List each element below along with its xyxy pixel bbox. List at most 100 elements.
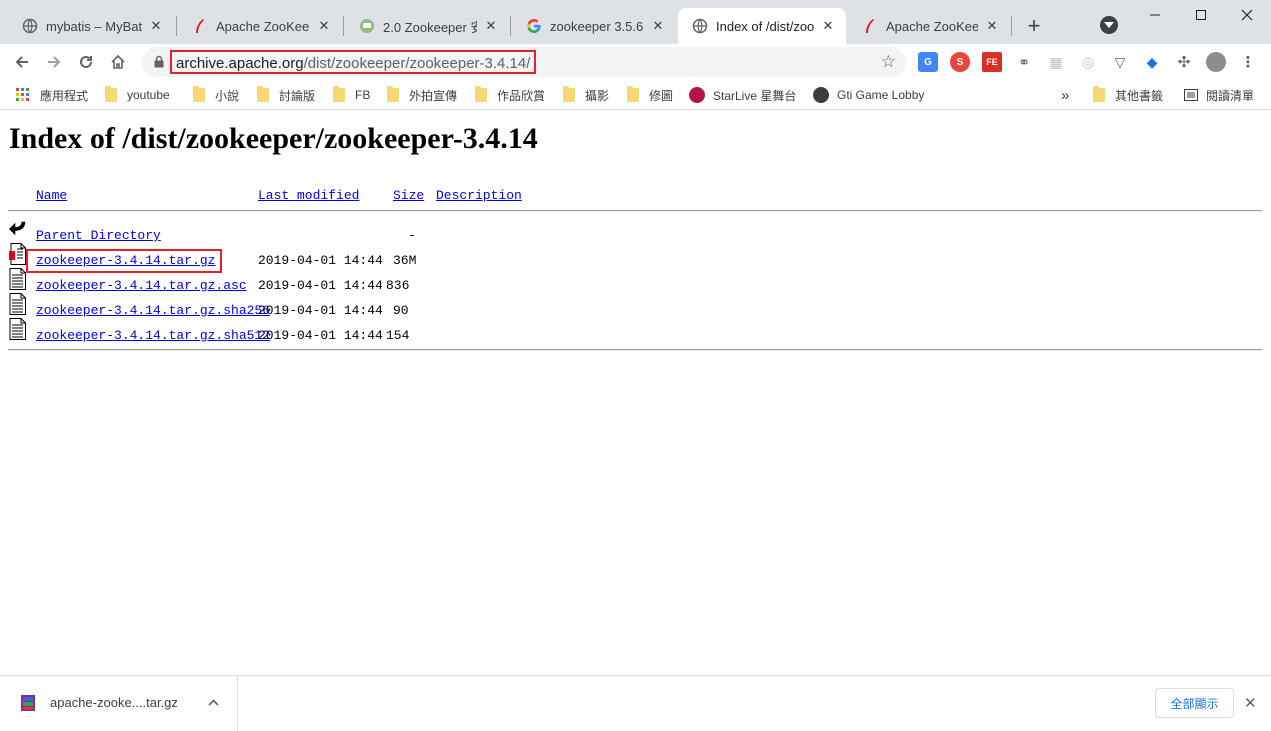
bookmark-starlive[interactable]: StarLive 星舞台 <box>689 85 796 105</box>
file-link[interactable]: zookeeper-3.4.14.tar.gz.sha512 <box>36 328 270 343</box>
close-tab-icon[interactable]: ✕ <box>820 18 836 34</box>
reload-button[interactable] <box>72 48 100 76</box>
globe-icon <box>692 18 708 34</box>
folder-icon <box>105 86 117 102</box>
url-host: archive.apache.org <box>176 55 304 72</box>
page-title: Index of /dist/zookeeper/zookeeper-3.4.1… <box>9 122 538 155</box>
arrow-left-icon <box>15 56 28 68</box>
lock-icon <box>154 55 164 71</box>
close-tab-icon[interactable]: ✕ <box>148 18 164 34</box>
bookmark-folder[interactable]: 外拍宣傳 <box>387 85 457 105</box>
close-tab-icon[interactable]: ✕ <box>650 18 666 34</box>
fe-extension-icon[interactable]: FE <box>982 52 1002 72</box>
bookmark-label: FB <box>355 88 371 102</box>
text-file-icon <box>9 318 26 340</box>
text-file-icon <box>9 293 26 315</box>
bookmark-label: StarLive 星舞台 <box>713 88 797 103</box>
folder-icon <box>387 86 399 102</box>
bookmark-folder[interactable]: 攝影 <box>563 85 609 105</box>
parent-directory-link[interactable]: Parent Directory <box>36 228 161 243</box>
apache-feather-icon <box>862 18 878 34</box>
file-link[interactable]: zookeeper-3.4.14.tar.gz.sha256 <box>36 303 270 318</box>
bookmark-folder[interactable]: FB <box>333 85 370 105</box>
new-tab-button[interactable]: + <box>1022 12 1046 40</box>
tab-index-of-dist[interactable]: Index of /dist/zool ✕ <box>678 8 846 44</box>
winrar-archive-icon <box>21 695 35 711</box>
bookmark-folder[interactable]: 討論版 <box>257 85 315 105</box>
apache-feather-icon <box>192 18 208 34</box>
target-extension-icon[interactable]: ◎ <box>1078 52 1098 72</box>
file-link[interactable]: zookeeper-3.4.14.tar.gz <box>36 253 215 268</box>
diamond-extension-icon[interactable]: ◆ <box>1142 52 1162 72</box>
reading-list-button[interactable]: 閱讀清單 <box>1184 85 1254 105</box>
close-icon <box>1241 9 1253 21</box>
text-file-icon <box>9 268 26 290</box>
bookmark-label: 作品欣賞 <box>497 88 546 103</box>
grid-extension-icon[interactable]: ▦ <box>1046 52 1066 72</box>
minimize-button[interactable] <box>1132 0 1178 30</box>
maximize-button[interactable] <box>1178 0 1224 30</box>
v-extension-icon[interactable]: ▽ <box>1110 52 1130 72</box>
tab-zookeeper-install[interactable]: 2.0 Zookeeper 安裝 ✕ <box>345 8 509 44</box>
bookmark-gti-game-lobby[interactable]: Gti Game Lobby <box>813 85 924 105</box>
address-bar[interactable]: archive.apache.org/dist/zookeeper/zookee… <box>142 47 906 77</box>
tab-apache-zookeeper[interactable]: Apache ZooKeeper ✕ <box>178 8 342 44</box>
chevron-up-icon[interactable] <box>208 699 219 706</box>
close-tab-icon[interactable]: ✕ <box>483 18 499 34</box>
bookmark-label: Gti Game Lobby <box>837 88 925 102</box>
tab-google-search[interactable]: zookeeper 3.5.6 de ✕ <box>512 8 676 44</box>
bookmark-label: youtube <box>127 88 170 102</box>
bookmark-apps[interactable]: 應用程式 <box>16 85 88 105</box>
download-filename: apache-zooke....tar.gz <box>50 695 178 710</box>
file-size: 90 <box>393 303 409 318</box>
url-path: /dist/zookeeper/zookeeper-3.4.14/ <box>303 55 531 72</box>
home-button[interactable] <box>104 48 132 76</box>
bookmarks-overflow-button[interactable]: » <box>1061 85 1069 105</box>
bookmark-label: 討論版 <box>279 88 316 103</box>
sort-by-size-link[interactable]: Size <box>393 188 424 203</box>
forward-button[interactable] <box>40 48 68 76</box>
menu-kebab-icon[interactable]: ⋮ <box>1238 52 1258 72</box>
avatar[interactable] <box>1206 52 1226 72</box>
tab-mybatis[interactable]: mybatis – MyBatis ✕ <box>8 8 174 44</box>
bookmark-label: 其他書籤 <box>1115 88 1164 103</box>
file-size: 36M <box>393 253 417 268</box>
tab-search-button[interactable] <box>1100 16 1118 34</box>
tab-title: Apache ZooKeeper <box>216 18 310 34</box>
sort-by-name-link[interactable]: Name <box>36 188 67 203</box>
tab-title: 2.0 Zookeeper 安裝 <box>383 19 477 35</box>
back-button[interactable] <box>8 48 36 76</box>
file-link[interactable]: zookeeper-3.4.14.tar.gz.asc <box>36 278 247 293</box>
tab-apache-zookeeper-2[interactable]: Apache ZooKeepe ✕ <box>848 8 1010 44</box>
link-extension-icon[interactable]: ⚭ <box>1014 52 1034 72</box>
bookmark-label: 外拍宣傳 <box>409 88 458 103</box>
page-content: Index of /dist/zookeeper/zookeeper-3.4.1… <box>0 111 1271 675</box>
file-size: 154 <box>386 328 410 343</box>
close-download-shelf-icon[interactable]: ✕ <box>1244 694 1257 712</box>
url-text[interactable]: archive.apache.org/dist/zookeeper/zookee… <box>170 50 537 74</box>
starlive-icon <box>689 87 705 103</box>
download-shelf: apache-zooke....tar.gz 全部顯示 ✕ <box>0 675 1271 731</box>
tab-title: Apache ZooKeepe <box>886 18 978 34</box>
divider <box>8 210 1262 212</box>
bookmark-label: 修圖 <box>649 88 674 103</box>
bookmark-folder[interactable]: 小說 <box>193 85 239 105</box>
close-tab-icon[interactable]: ✕ <box>984 18 1000 34</box>
s-extension-icon[interactable]: S <box>950 52 970 72</box>
file-modified: 2019-04-01 14:44 <box>258 328 383 343</box>
close-window-button[interactable] <box>1224 0 1270 30</box>
bookmark-folder[interactable]: youtube <box>105 85 170 105</box>
download-item[interactable]: apache-zooke....tar.gz <box>0 676 238 731</box>
bookmark-other-folder[interactable]: 其他書籤 <box>1093 85 1163 105</box>
bookmark-folder[interactable]: 作品欣賞 <box>475 85 545 105</box>
folder-icon <box>627 86 639 102</box>
sort-by-description-link[interactable]: Description <box>436 188 522 203</box>
sort-by-modified-link[interactable]: Last modified <box>258 188 359 203</box>
bookmark-label: 攝影 <box>585 88 610 103</box>
close-tab-icon[interactable]: ✕ <box>316 18 332 34</box>
bookmark-folder[interactable]: 修圖 <box>627 85 673 105</box>
puzzle-extensions-icon[interactable]: ✣ <box>1174 52 1194 72</box>
translate-extension-icon[interactable]: G <box>918 52 938 72</box>
show-all-downloads-button[interactable]: 全部顯示 <box>1155 688 1234 718</box>
bookmark-star-icon[interactable]: ☆ <box>881 52 896 72</box>
